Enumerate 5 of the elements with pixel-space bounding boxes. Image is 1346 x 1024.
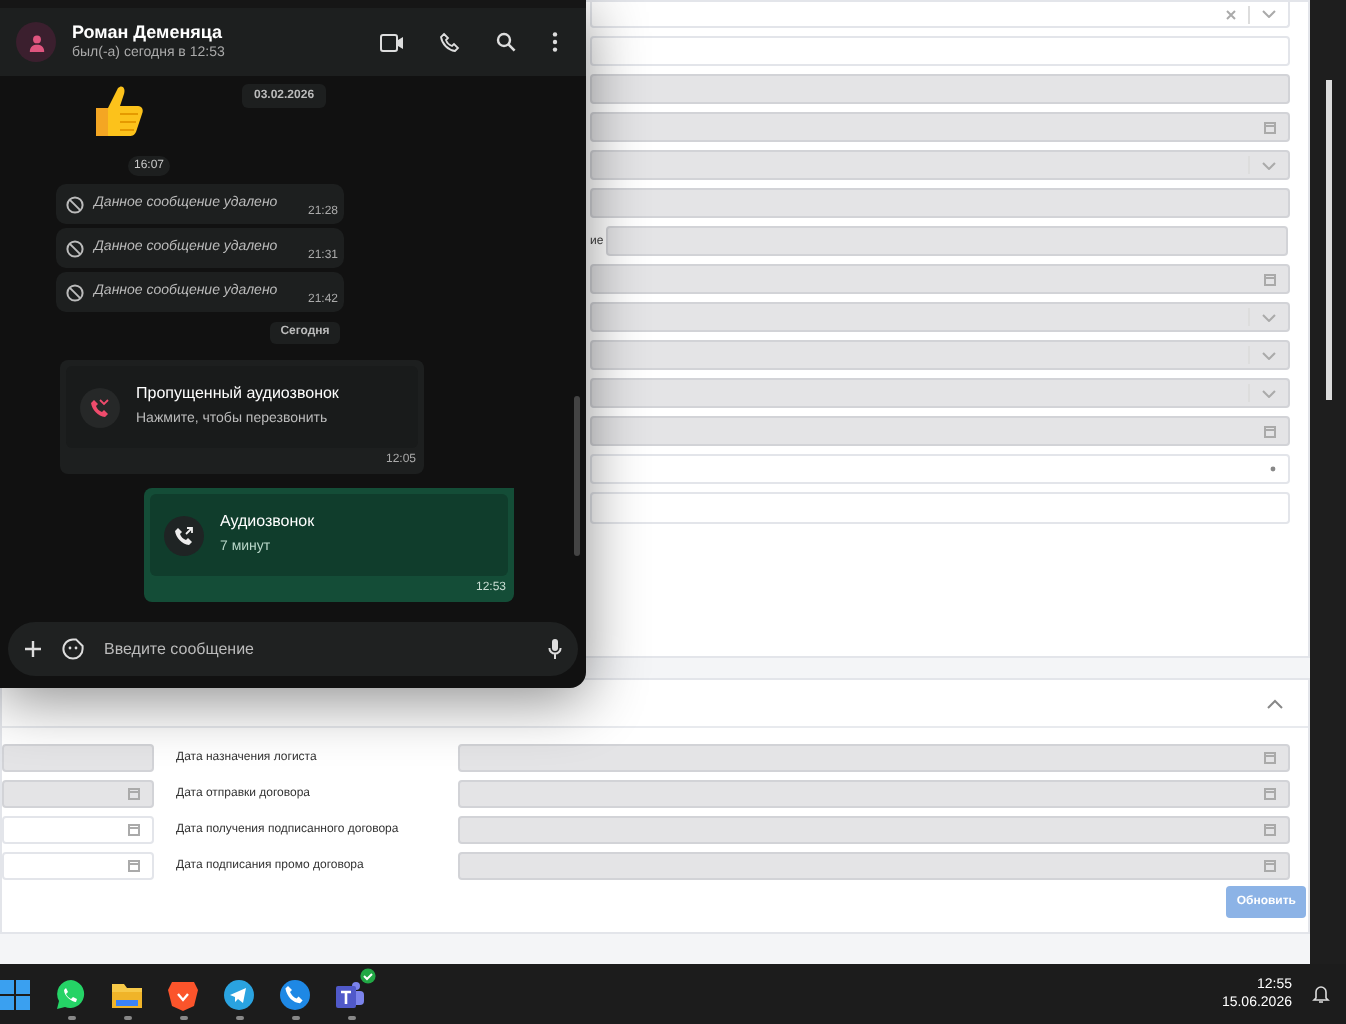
message-input-field[interactable]: Введите сообщение xyxy=(104,637,528,661)
message-input-bar[interactable]: Введите сообщение xyxy=(8,622,578,676)
contact-name: Роман Деменяца xyxy=(72,21,225,43)
call-title: Аудиозвонок xyxy=(220,510,315,535)
call-title: Пропущенный аудиозвонок xyxy=(136,382,339,407)
